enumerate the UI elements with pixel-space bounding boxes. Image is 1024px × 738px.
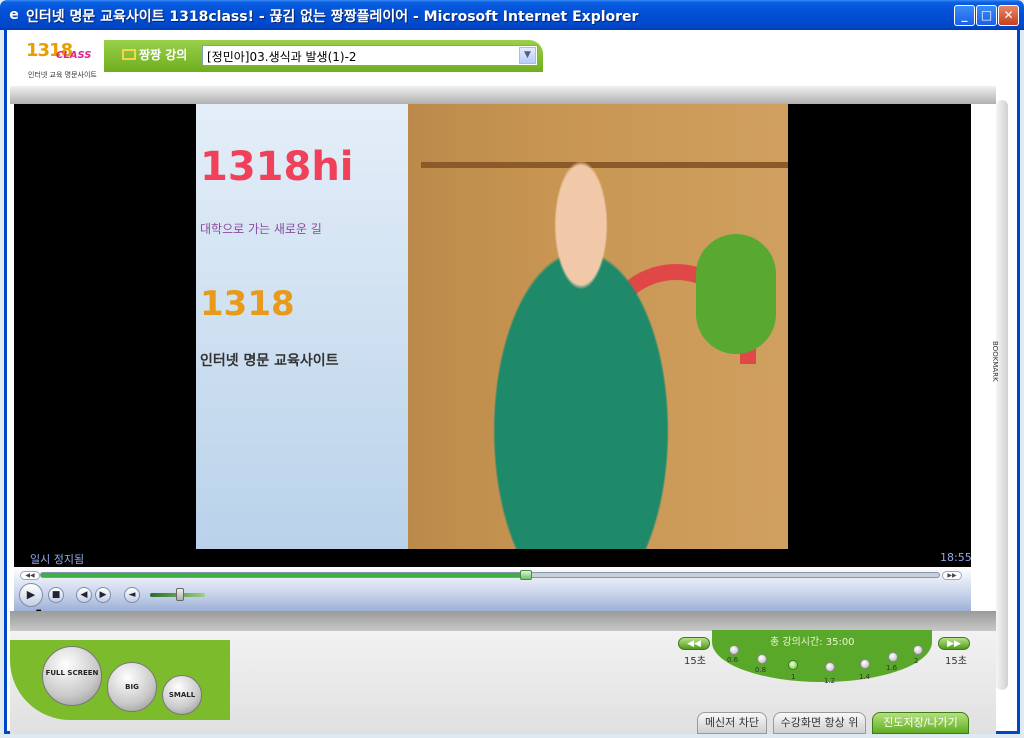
video-instructor — [446, 154, 716, 549]
speed-dot-1.2[interactable] — [825, 662, 835, 672]
seek-end-button[interactable]: ▶▶ — [942, 571, 962, 580]
previous-icon: ◀ — [80, 590, 88, 600]
speed-label-0.6: 0.6 — [727, 656, 739, 664]
seek-progress — [41, 573, 526, 577]
skip-forward-label: 15초 — [945, 656, 967, 667]
skip-back-button[interactable]: ◀◀ — [678, 637, 710, 650]
speed-label-1.6: 1.6 — [886, 664, 898, 672]
next-icon: ▶ — [99, 590, 107, 600]
lecture-select-value: [정민아]03.생식과 발생(1)-2 — [207, 50, 357, 64]
volume-thumb[interactable] — [176, 588, 184, 601]
chevron-down-icon[interactable]: ▼ — [519, 47, 536, 64]
bookmark-tab[interactable]: BOOKMARK — [984, 330, 1006, 392]
fullscreen-button[interactable]: FULL SCREEN — [42, 646, 102, 706]
title-bar[interactable]: e 인터넷 명문 교육사이트 1318class! - 끊김 없는 짱짱플레이어… — [0, 0, 1024, 30]
always-on-top-tab[interactable]: 수강화면 항상 위 — [773, 712, 866, 734]
speed-dot-0.8[interactable] — [757, 654, 767, 664]
minimize-button[interactable]: _ — [954, 5, 975, 26]
speed-dot-2[interactable] — [913, 645, 923, 655]
big-size-button[interactable]: BIG — [107, 662, 157, 712]
ie-icon: e — [9, 7, 19, 23]
speed-label-0.8: 0.8 — [755, 666, 767, 674]
video-1318-logo: 1318 — [200, 284, 295, 324]
playback-status: 일시 정지됨 — [30, 553, 85, 566]
window-title: 인터넷 명문 교육사이트 1318class! - 끊김 없는 짱짱플레이어 -… — [26, 9, 639, 25]
lecture-label-text: 짱짱 강의 — [139, 48, 188, 62]
speed-label-1.2: 1.2 — [824, 677, 836, 685]
skip-back-label: 15초 — [684, 656, 706, 667]
player-bottom-bezel — [10, 611, 996, 631]
block-messenger-tab[interactable]: 메신저 차단 — [697, 712, 767, 734]
previous-button[interactable]: ◀ — [76, 587, 92, 603]
skip-forward-button[interactable]: ▶▶ — [938, 637, 970, 650]
speed-label-1: 1 — [791, 673, 796, 681]
right-side-panel — [996, 100, 1008, 690]
lecture-label: 짱짱 강의 — [122, 46, 187, 63]
player-top-bezel — [10, 86, 996, 104]
next-button[interactable]: ▶ — [95, 587, 111, 603]
playback-time: 18:55 — [940, 551, 972, 564]
speed-dot-1.6[interactable] — [888, 652, 898, 662]
speed-label-2: 2 — [914, 657, 919, 665]
speed-label-1.4: 1.4 — [859, 673, 871, 681]
player-status-bar — [14, 549, 971, 567]
small-size-button[interactable]: SMALL — [162, 675, 202, 715]
lecture-icon — [122, 49, 136, 60]
speaker-icon: ◄ — [128, 590, 136, 600]
seek-thumb[interactable] — [520, 570, 532, 580]
mute-button[interactable]: ◄ — [124, 587, 140, 603]
close-button[interactable]: ✕ — [998, 5, 1019, 26]
video-hi-logo: 1318hi — [200, 144, 354, 190]
logo-class: CLASS — [56, 50, 92, 61]
maximize-button[interactable]: □ — [976, 5, 997, 26]
speed-dot-1.4[interactable] — [860, 659, 870, 669]
seek-start-button[interactable]: ◀◀ — [20, 571, 40, 580]
speed-dot-1[interactable] — [788, 660, 798, 670]
stop-button[interactable]: ■ — [48, 587, 64, 603]
speed-dot-0.6[interactable] — [729, 645, 739, 655]
site-logo[interactable]: 1318 CLASS 인터넷 교육 명문사이트 — [18, 36, 104, 84]
lecture-select[interactable]: [정민아]03.생식과 발생(1)-2 ▼ — [202, 45, 538, 66]
play-icon: ▶ — [26, 588, 36, 601]
video-logo-subtitle: 인터넷 명문 교육사이트 — [200, 353, 339, 369]
video-hi-subtitle: 대학으로 가는 새로운 길 — [200, 222, 322, 236]
ie-window: e 인터넷 명문 교육사이트 1318class! - 끊김 없는 짱짱플레이어… — [0, 0, 1024, 738]
stop-icon: ■ — [51, 590, 61, 600]
video-frame[interactable]: 1318hi 대학으로 가는 새로운 길 1318 인터넷 명문 교육사이트 — [196, 104, 788, 549]
total-lecture-time: 총 강의시간: 35:00 — [770, 637, 855, 648]
save-progress-exit-tab[interactable]: 진도저장/나가기 — [872, 712, 969, 734]
logo-subtitle: 인터넷 교육 명문사이트 — [28, 71, 97, 79]
